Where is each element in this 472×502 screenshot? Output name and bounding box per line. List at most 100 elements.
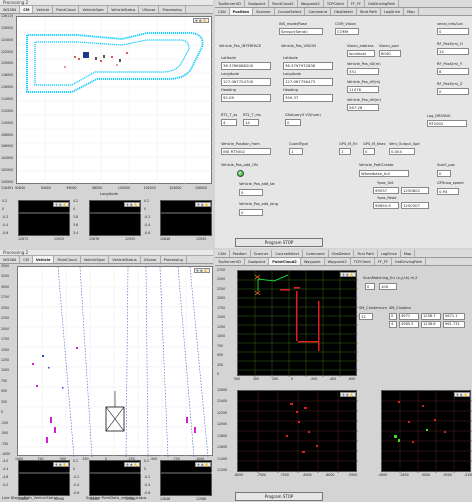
tab-map[interactable]: Map bbox=[404, 8, 419, 15]
vision-address-label: Vision_address bbox=[347, 44, 374, 48]
tab-wgs84[interactable]: WGS84 bbox=[0, 6, 21, 13]
log-driving-select[interactable]: RT2002 bbox=[427, 120, 467, 127]
tab-getdrivingpath[interactable]: GetDrivingPath bbox=[365, 0, 400, 7]
plot-tools[interactable]: ✢ ⊕ ✋ bbox=[53, 202, 69, 207]
scan-plot-right[interactable]: ✢ ⊕ ✋ bbox=[381, 390, 472, 473]
tab-pointcloud[interactable]: PointCloud bbox=[54, 256, 81, 263]
tab-obsdetect[interactable]: ObsDetect bbox=[331, 8, 357, 15]
tab-pointcloud2[interactable]: PointCloud2 bbox=[269, 0, 298, 7]
plot-tools[interactable]: ✢ ⊕ ✋ bbox=[194, 268, 210, 273]
y-tick: 122000 bbox=[1, 49, 14, 54]
plot-tools[interactable]: ✢ ⊕ ✋ bbox=[195, 462, 211, 467]
mini-y-tick: 3.8 bbox=[73, 215, 79, 219]
tab-courseselect[interactable]: CourseSelect bbox=[272, 250, 304, 257]
mini-y-tick: -0.2 bbox=[73, 475, 80, 479]
tab-vehiclestatus[interactable]: VehicleStatus bbox=[108, 6, 140, 13]
tab-position[interactable]: Position bbox=[230, 250, 251, 257]
com-vision-select[interactable]: COM9 bbox=[335, 28, 359, 35]
tab-vehicle[interactable]: Vehicle bbox=[33, 6, 54, 13]
tab-tcpclient[interactable]: TCPClient bbox=[351, 258, 375, 265]
tab-map[interactable]: Map bbox=[401, 250, 416, 257]
tab-ff-ff[interactable]: FF_FF bbox=[348, 0, 365, 7]
pos-add-led[interactable] bbox=[237, 170, 244, 177]
tab-ff-ff[interactable]: FF_FF bbox=[375, 258, 392, 265]
tab-goalpoint[interactable]: Goalpoint bbox=[245, 0, 270, 7]
tab-vehicle[interactable]: Vehicle bbox=[32, 256, 55, 263]
tab-waypoint[interactable]: Waypoint bbox=[301, 258, 325, 265]
tab-goalpoint[interactable]: Goalpoint bbox=[245, 258, 270, 265]
ypos-read-value: 99650.9 bbox=[373, 202, 399, 209]
mini-plot[interactable]: ✢ ⊕ ✋ 0.2 0 -0.2 -0.4 -0.6 12846 12925 bbox=[144, 199, 213, 244]
tab-bar-row2: TcpServerVD Goalpoint PointCloud2 Waypoint W… bbox=[215, 258, 472, 266]
tab-scanner[interactable]: Scanner bbox=[251, 250, 273, 257]
plot-tools[interactable]: ✢ ⊕ ✋ bbox=[124, 462, 140, 467]
plot-tools[interactable]: ✢ ⊕ ✋ bbox=[340, 392, 356, 397]
mini-plot-area[interactable]: ✢ ⊕ ✋ bbox=[18, 200, 71, 236]
y-tick: -250 bbox=[1, 420, 9, 425]
tab-can[interactable]: CAN bbox=[215, 8, 230, 15]
tab-command[interactable]: Command bbox=[305, 8, 331, 15]
tab-vehiclestatus[interactable]: VehicleStatus bbox=[109, 256, 141, 263]
tab-usonar[interactable]: USonar bbox=[139, 6, 160, 13]
tab-pointcloud[interactable]: PointCloud bbox=[53, 6, 80, 13]
mini-plot-area[interactable]: ✢ ⊕ ✋ bbox=[160, 460, 213, 496]
mini-plot[interactable]: ✢ ⊕ ✋ 0.2 0 -0.2 -0.4 -0.6 12848 12968 bbox=[144, 459, 213, 502]
tab-waypoint2[interactable]: Waypoint2 bbox=[298, 0, 324, 7]
mini-plot-area[interactable]: ✢ ⊕ ✋ bbox=[18, 460, 71, 496]
vehicle-plot[interactable]: ✢ ⊕ ✋ bbox=[17, 266, 213, 457]
plot-tools[interactable]: ✢ ⊕ ✋ bbox=[193, 18, 209, 23]
tab-waypoint2[interactable]: Waypoint2 bbox=[325, 258, 351, 265]
pointcloud-plot[interactable]: ✢ ⊕ ✋ bbox=[237, 270, 358, 377]
tab-can[interactable]: CAN bbox=[215, 250, 230, 257]
tab-processing[interactable]: Processing bbox=[159, 6, 186, 13]
tab-tcpservervd[interactable]: TcpServerVD bbox=[215, 0, 245, 7]
tab-scanner[interactable]: Scanner bbox=[253, 8, 275, 15]
tab-wnd-path[interactable]: Wnd Path bbox=[357, 8, 382, 15]
tab-obsdetect[interactable]: ObsDetect bbox=[329, 250, 355, 257]
plot-tools[interactable]: ✢ ⊕ ✋ bbox=[340, 272, 356, 277]
path-create-select[interactable]: Wheelbase_full bbox=[359, 170, 409, 177]
add-lon-input[interactable]: 0 bbox=[239, 209, 263, 216]
vision-address-input[interactable]: localhost bbox=[347, 50, 375, 57]
tab-usonar[interactable]: USonar bbox=[141, 256, 161, 263]
add-lat-input[interactable]: 0 bbox=[239, 189, 263, 196]
tab-tcpservervd[interactable]: TcpServerVD bbox=[215, 258, 245, 265]
plot-tools[interactable]: ✢ ⊕ ✋ bbox=[195, 202, 211, 207]
plot-tools[interactable]: ✢ ⊕ ✋ bbox=[53, 462, 69, 467]
tab-vehiclespec[interactable]: VehicleSpec bbox=[81, 256, 110, 263]
scan-plot-left[interactable]: ✢ ⊕ ✋ bbox=[237, 390, 358, 473]
position-from-select[interactable]: INS RT3002 bbox=[221, 148, 271, 155]
tab-logdrive[interactable]: LogDrive bbox=[381, 8, 405, 15]
x-tick: -400 bbox=[329, 377, 337, 381]
tab-command[interactable]: Command bbox=[303, 250, 329, 257]
tab-courseselect[interactable]: CourseSelect bbox=[275, 8, 306, 15]
tab-find-path[interactable]: Find Path bbox=[354, 250, 378, 257]
mini-plot-area[interactable]: ✢ ⊕ ✋ bbox=[89, 460, 142, 496]
tab-processing[interactable]: Processing bbox=[161, 256, 187, 263]
program-stop-button[interactable]: Program STOP bbox=[235, 238, 323, 247]
mini-plot-area[interactable]: ✢ ⊕ ✋ bbox=[160, 200, 213, 236]
program-stop-button[interactable]: Program STOP bbox=[235, 492, 323, 501]
mini-plot-area[interactable]: ✢ ⊕ ✋ bbox=[89, 200, 142, 236]
tab-position[interactable]: Position bbox=[229, 8, 254, 15]
tab-tcpclient[interactable]: TCPClient bbox=[324, 0, 348, 7]
tab-cm[interactable]: CM bbox=[20, 6, 34, 13]
tab-cm[interactable]: CM bbox=[20, 256, 33, 263]
rf-z-value: 0 bbox=[437, 88, 469, 95]
mini-plot[interactable]: ✢ ⊕ ✋ 4.2 4 3.8 3.6 3.4 12876 12925 bbox=[73, 199, 142, 244]
tab-pointcloud2[interactable]: PointCloud2 bbox=[269, 258, 301, 265]
vision-port-input[interactable]: 8040 bbox=[379, 50, 401, 57]
position-from-label: Vehicle_Position_from bbox=[221, 142, 260, 146]
mini-plot[interactable]: ✢ ⊕ ✋ 0.2 0 -0.2 -0.4 -0.6 12872 12925 bbox=[2, 199, 71, 244]
y-tick: 2500 bbox=[217, 277, 226, 282]
map-plot[interactable]: ✢ ⊕ ✋ bbox=[16, 16, 213, 185]
coord-type-input[interactable]: 1 bbox=[289, 148, 303, 155]
tab-getdrivingpath[interactable]: GetDrivingPath bbox=[392, 258, 427, 265]
plot-tools[interactable]: ✢ ⊕ ✋ bbox=[124, 202, 140, 207]
tab-vehiclespec[interactable]: VehicleSpec bbox=[79, 6, 109, 13]
tab-wgs84[interactable]: WGS84 bbox=[0, 256, 21, 263]
plot-tools[interactable]: ✢ ⊕ ✋ bbox=[454, 392, 470, 397]
tab-logdrive[interactable]: LogDrive bbox=[378, 250, 401, 257]
ins-mode-select[interactable]: Sensor(Serial) bbox=[279, 28, 323, 35]
x-tick: -7500 bbox=[256, 473, 267, 477]
